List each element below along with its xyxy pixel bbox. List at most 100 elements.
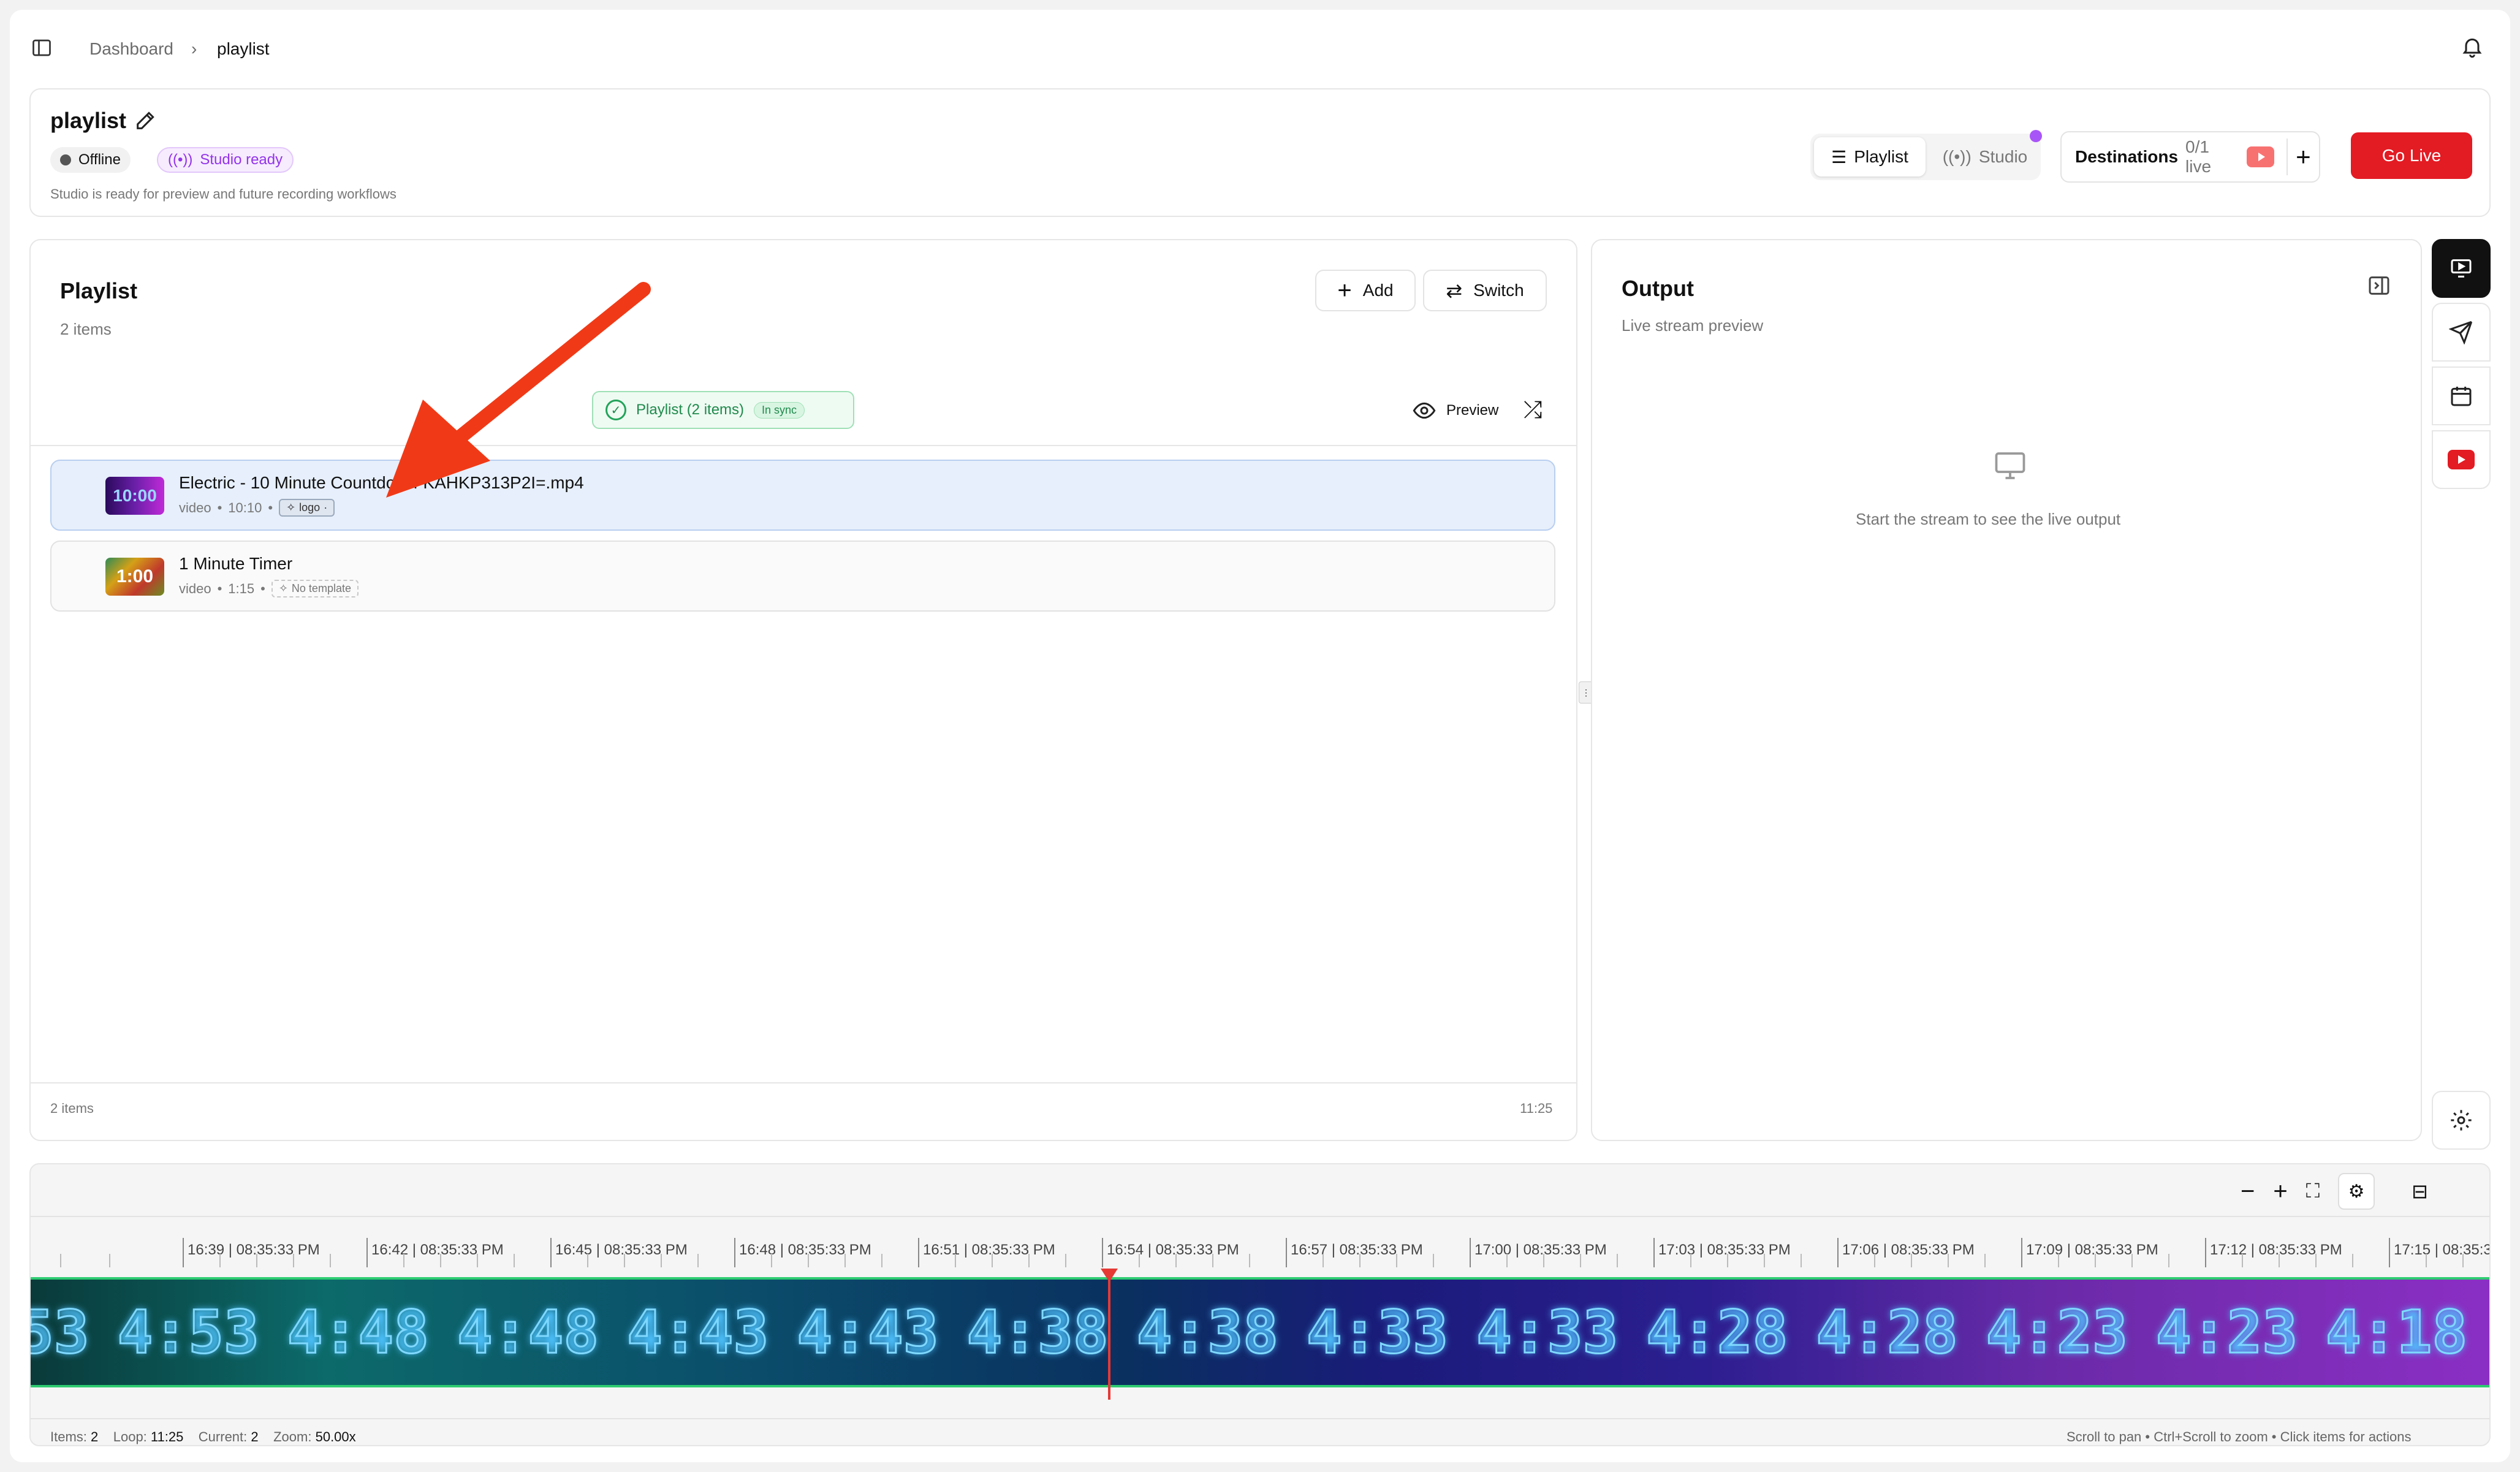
ruler-minor-tick [1359, 1254, 1361, 1267]
ruler-tick-label: 17:03 | 08:35:33 PM [1658, 1242, 1791, 1258]
ruler-tick-label: 16:48 | 08:35:33 PM [739, 1242, 871, 1258]
ruler-tick [2021, 1238, 2022, 1267]
loop-value: 11:25 [150, 1429, 184, 1444]
ruler-tick [550, 1238, 552, 1267]
send-button[interactable] [2432, 303, 2491, 362]
divider [31, 445, 1576, 446]
ruler-minor-tick [1249, 1254, 1250, 1267]
sidebar-toggle-icon[interactable] [31, 37, 53, 59]
ruler-minor-tick [477, 1254, 478, 1267]
bell-icon[interactable] [2460, 34, 2484, 59]
ruler-tick-label: 16:54 | 08:35:33 PM [1107, 1242, 1239, 1258]
go-live-button[interactable]: Go Live [2351, 132, 2472, 179]
offline-dot-icon [60, 154, 71, 165]
output-panel: Output Live stream preview Start the str… [1591, 239, 2422, 1141]
settings-button[interactable] [2432, 1091, 2491, 1150]
page-title: playlist [50, 108, 127, 133]
ruler-minor-tick [2058, 1254, 2059, 1267]
monitor-view-button[interactable] [2432, 239, 2491, 298]
chevron-down-icon: · [324, 501, 328, 514]
ruler-tick-label: 16:51 | 08:35:33 PM [923, 1242, 1055, 1258]
destinations-button[interactable]: Destinations 0/1 live + [2060, 131, 2320, 183]
ruler-minor-tick [587, 1254, 588, 1267]
video-thumbnail: 1:00 [105, 558, 164, 596]
ruler-minor-tick [1543, 1254, 1544, 1267]
stream-header-card: playlist Offline ((•)) Studio ready Stud… [29, 88, 2491, 217]
zoom-value: 50.00x [315, 1429, 356, 1444]
destinations-count: 0/1 live [2185, 137, 2212, 176]
destinations-label: Destinations [2075, 147, 2179, 166]
preview-toggle[interactable]: Preview [1412, 398, 1498, 423]
thumbnail-text: 1:00 [116, 566, 154, 586]
ruler-tick [1653, 1238, 1655, 1267]
mode-playlist-button[interactable]: ☰ Playlist [1814, 137, 1926, 176]
collapse-panel-icon[interactable] [2367, 273, 2391, 298]
item-meta: video • 10:10 • ✧ logo · [179, 499, 335, 517]
ruler-minor-tick [1323, 1254, 1324, 1267]
playlist-footer-total: 11:25 [1520, 1101, 1553, 1116]
zoom-label: Zoom: [273, 1429, 312, 1444]
ruler-minor-tick [109, 1254, 110, 1267]
ruler-tick-label: 16:39 | 08:35:33 PM [188, 1242, 320, 1258]
add-destination-icon[interactable]: + [2286, 138, 2319, 175]
ruler-minor-tick [2315, 1254, 2317, 1267]
ruler-tick-label: 16:45 | 08:35:33 PM [555, 1242, 688, 1258]
ruler-minor-tick [2279, 1254, 2280, 1267]
plus-icon: + [1337, 276, 1352, 304]
go-live-label: Go Live [2381, 146, 2442, 165]
playlist-panel: Playlist 2 items + Add ⇄ Switch ✓ Playli… [29, 239, 1577, 1141]
ruler-minor-tick [844, 1254, 846, 1267]
ruler-minor-tick [2131, 1254, 2133, 1267]
calendar-button[interactable] [2432, 366, 2491, 425]
ruler-minor-tick [60, 1254, 61, 1267]
playhead-handle-icon[interactable] [1101, 1269, 1118, 1282]
item-duration: 10:10 [228, 499, 262, 515]
ruler-tick-label: 17:00 | 08:35:33 PM [1474, 1242, 1607, 1258]
timeline-panel: − + ⛶ ⚙ ⊟ 16:39 | 08:35:33 PM 16:42 | 08:… [29, 1163, 2491, 1446]
time-ruler[interactable]: 16:39 | 08:35:33 PM 16:42 | 08:35:33 PM 16… [31, 1164, 2489, 1277]
preview-label: Preview [1446, 402, 1499, 419]
playhead[interactable] [1108, 1272, 1110, 1400]
ruler-minor-tick [2426, 1254, 2427, 1267]
studio-indicator-dot [2030, 130, 2042, 142]
ruler-minor-tick [1764, 1254, 1765, 1267]
meta-separator: • [217, 580, 222, 596]
gear-icon [2451, 1110, 2472, 1131]
items-value: 2 [91, 1429, 99, 1444]
youtube-destination-button[interactable] [2432, 430, 2491, 489]
breadcrumb-dashboard[interactable]: Dashboard [89, 39, 173, 59]
ruler-minor-tick [1874, 1254, 1875, 1267]
clip-frame-label: 4:43 [796, 1297, 939, 1368]
mode-studio-button[interactable]: ((•)) Studio [1933, 137, 2037, 176]
template-tag[interactable]: ✧ No template [271, 580, 359, 598]
shuffle-icon[interactable]: ⤮ [1524, 397, 1550, 424]
add-button[interactable]: + Add [1315, 270, 1416, 311]
ruler-tick [2389, 1238, 2390, 1267]
ruler-minor-tick [881, 1254, 882, 1267]
ruler-minor-tick [1801, 1254, 1802, 1267]
ruler-minor-tick [1617, 1254, 1618, 1267]
template-tag-label: No template [291, 582, 351, 594]
playlist-footer-count: 2 items [50, 1101, 94, 1116]
template-tag-label: logo [299, 501, 321, 514]
ruler-tick [918, 1238, 919, 1267]
broadcast-icon: ((•)) [168, 151, 193, 168]
switch-button[interactable]: ⇄ Switch [1423, 270, 1547, 311]
ruler-minor-tick [661, 1254, 662, 1267]
current-label: Current: [198, 1429, 248, 1444]
edit-title-icon[interactable] [134, 108, 158, 132]
divider [31, 1418, 2489, 1419]
ruler-minor-tick [293, 1254, 294, 1267]
playlist-item[interactable]: 10:00 Electric - 10 Minute Countdown-KAH… [50, 460, 1555, 531]
ruler-minor-tick [624, 1254, 625, 1267]
timeline-clip-strip[interactable]: 53 4:53 4:48 4:48 4:43 4:43 4:38 4:38 4:33 4:33 4:… [31, 1277, 2489, 1387]
output-panel-subtitle: Live stream preview [1622, 316, 1764, 335]
playlist-item[interactable]: 1:00 1 Minute Timer video • 1:15 • ✧ No … [50, 541, 1555, 612]
timeline-status: Items: 2 Loop: 11:25 Current: 2 Zoom: 50… [50, 1429, 356, 1445]
ruler-minor-tick [955, 1254, 956, 1267]
template-tag[interactable]: ✧ logo · [279, 499, 335, 517]
ruler-tick [734, 1238, 735, 1267]
clip-frame-label: 4:43 [626, 1297, 770, 1368]
item-duration: 1:15 [228, 580, 255, 596]
ruler-minor-tick [256, 1254, 257, 1267]
